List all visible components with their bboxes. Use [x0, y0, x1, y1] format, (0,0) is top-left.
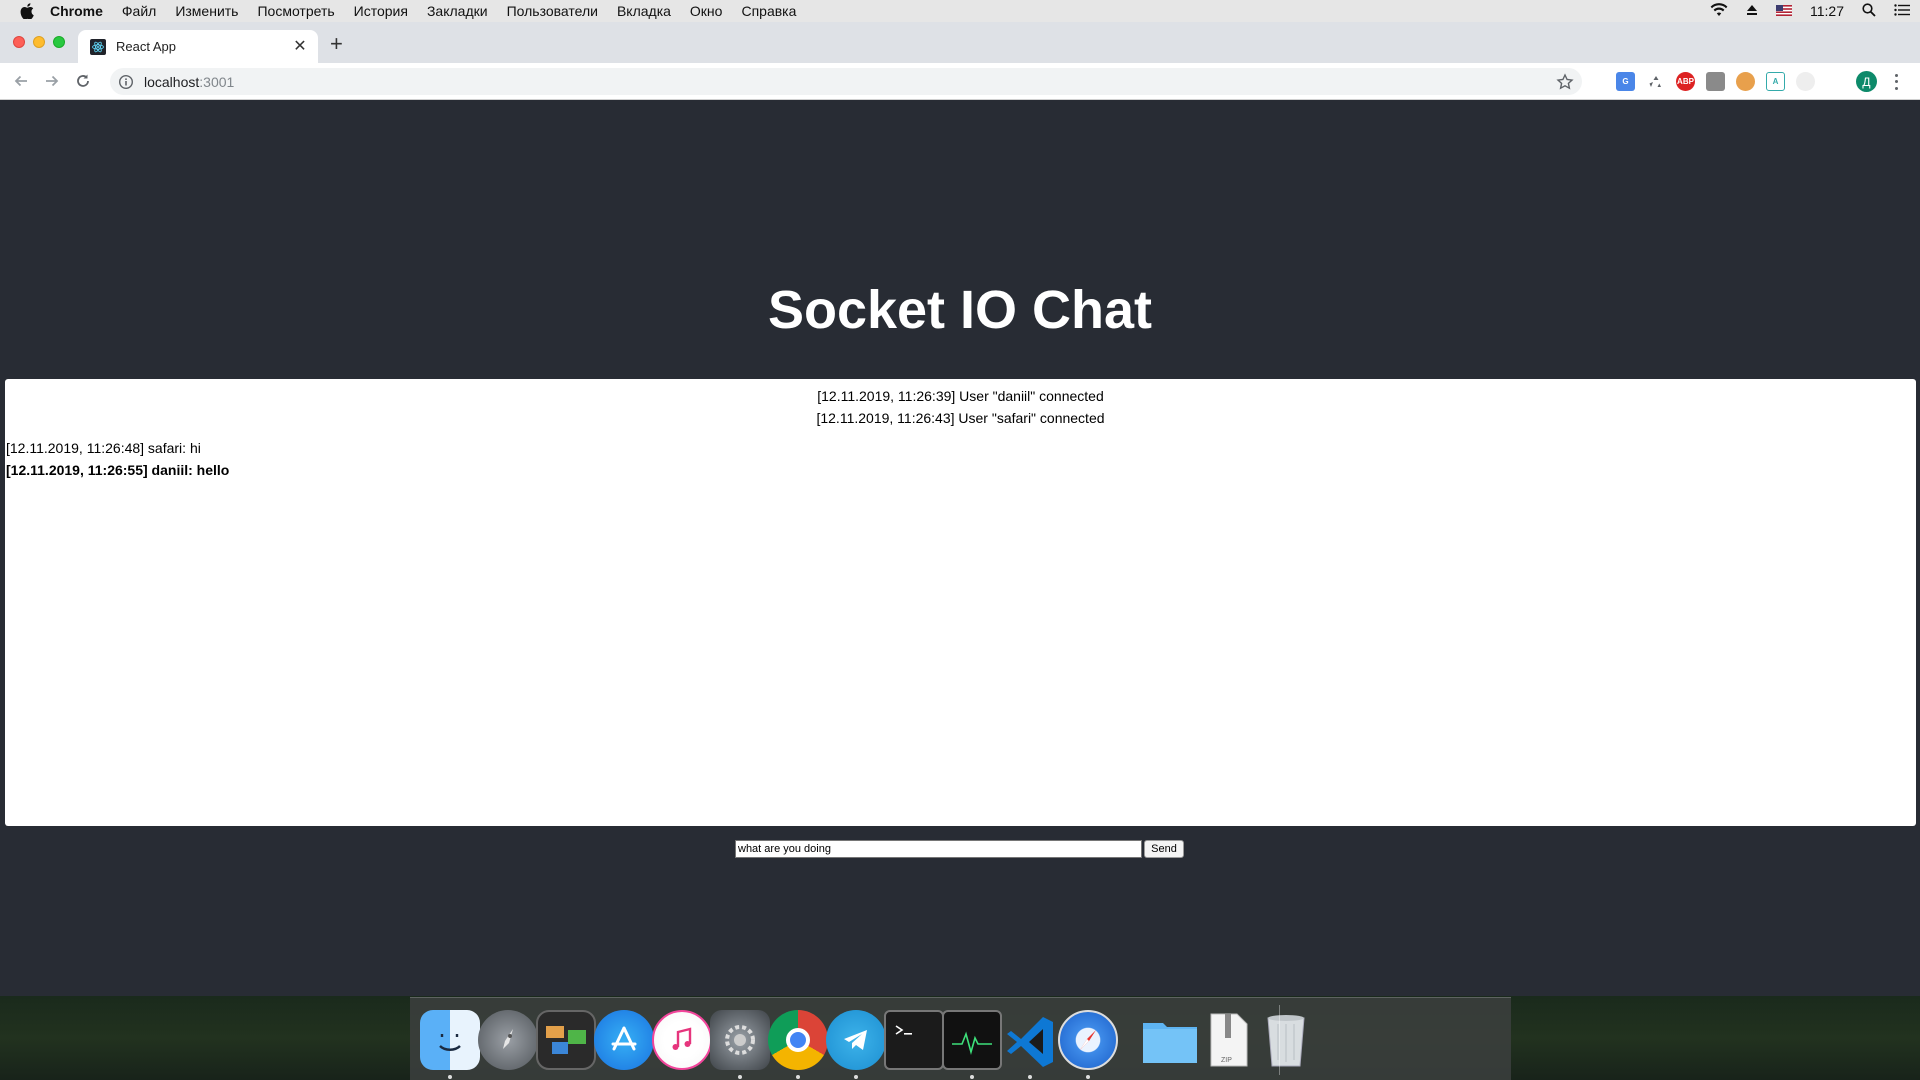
menu-tab[interactable]: Вкладка — [617, 3, 671, 19]
window-resizer-extension-icon[interactable] — [1706, 72, 1725, 91]
finder-icon[interactable] — [420, 1010, 480, 1070]
chrome-menu-icon[interactable] — [1893, 72, 1899, 92]
running-indicator — [1028, 1075, 1032, 1079]
app-store-icon[interactable] — [594, 1010, 654, 1070]
system-message: [12.11.2019, 11:26:39] User "daniil" con… — [817, 388, 1104, 404]
menu-bookmarks[interactable]: Закладки — [427, 3, 488, 19]
browser-window: React App ✕ + localhost:3001 G ABP A Д … — [0, 22, 1920, 996]
forward-arrow-icon[interactable] — [42, 71, 62, 91]
menu-app-name[interactable]: Chrome — [50, 3, 103, 19]
photo-slideshow-icon[interactable] — [536, 1010, 596, 1070]
page-title: Socket IO Chat — [767, 280, 1153, 340]
window-close-button[interactable] — [13, 36, 25, 48]
menu-people[interactable]: Пользователи — [507, 3, 598, 19]
chat-message: [12.11.2019, 11:26:48] safari: hi — [6, 440, 201, 456]
chrome-icon[interactable] — [768, 1010, 828, 1070]
react-favicon-icon — [90, 38, 106, 55]
back-arrow-icon[interactable] — [11, 71, 31, 91]
new-tab-plus-icon[interactable]: + — [330, 33, 343, 55]
send-button[interactable]: Send — [1144, 840, 1184, 858]
address-bar[interactable]: localhost:3001 — [110, 68, 1582, 95]
profile-avatar[interactable]: Д — [1856, 71, 1877, 92]
launchpad-icon[interactable] — [478, 1010, 538, 1070]
running-indicator — [738, 1075, 742, 1079]
running-indicator — [448, 1075, 452, 1079]
tab-title: React App — [116, 39, 176, 54]
web-page: Socket IO Chat [12.11.2019, 11:26:39] Us… — [0, 101, 1920, 996]
bookmark-star-icon[interactable] — [1556, 73, 1574, 91]
macos-menu-bar: Chrome Файл Изменить Посмотреть История … — [0, 0, 1920, 22]
tab-react-app[interactable]: React App ✕ — [78, 30, 318, 63]
trash-icon[interactable] — [1256, 1010, 1316, 1070]
menu-window[interactable]: Окно — [690, 3, 723, 19]
url-host: localhost — [144, 73, 200, 90]
telegram-icon[interactable] — [826, 1010, 886, 1070]
system-message: [12.11.2019, 11:26:43] User "safari" con… — [816, 410, 1105, 426]
chat-messages-panel[interactable]: [12.11.2019, 11:26:39] User "daniil" con… — [5, 379, 1916, 826]
chat-message-own: [12.11.2019, 11:26:55] daniil: hello — [6, 462, 230, 478]
running-indicator — [1086, 1075, 1090, 1079]
system-preferences-icon[interactable] — [710, 1010, 770, 1070]
dock-separator — [1279, 1005, 1280, 1075]
dock: ZIP — [410, 997, 1511, 1080]
menu-file[interactable]: Файл — [122, 3, 156, 19]
font-extension-icon[interactable]: A — [1766, 72, 1785, 91]
tab-strip: React App ✕ + — [0, 22, 1920, 63]
running-indicator — [854, 1075, 858, 1079]
menu-history[interactable]: История — [354, 3, 408, 19]
browser-toolbar: localhost:3001 G ABP A Д — [0, 63, 1920, 100]
message-input[interactable] — [735, 840, 1142, 858]
safari-icon[interactable] — [1058, 1010, 1118, 1070]
menu-edit[interactable]: Изменить — [175, 3, 238, 19]
adblock-plus-extension-icon[interactable]: ABP — [1676, 72, 1695, 91]
menu-help[interactable]: Справка — [741, 3, 796, 19]
running-indicator — [970, 1075, 974, 1079]
url-port: :3001 — [199, 73, 235, 90]
message-composer: Send — [735, 840, 1184, 858]
archive-utility-icon[interactable]: ZIP — [1198, 1010, 1258, 1070]
svg-text:ZIP: ZIP — [1221, 1057, 1232, 1064]
wifi-icon[interactable] — [1710, 2, 1728, 20]
notification-center-icon[interactable] — [1894, 3, 1910, 19]
downloads-folder-icon[interactable] — [1140, 1010, 1200, 1070]
reload-icon[interactable] — [73, 71, 93, 91]
window-zoom-button[interactable] — [53, 36, 65, 48]
apple-menu-icon[interactable] — [16, 0, 38, 22]
us-flag-icon[interactable] — [1776, 3, 1792, 19]
cookie-extension-icon[interactable] — [1736, 72, 1755, 91]
running-indicator — [796, 1075, 800, 1079]
vscode-icon[interactable] — [1000, 1010, 1060, 1070]
itunes-icon[interactable] — [652, 1010, 712, 1070]
site-info-icon[interactable] — [118, 74, 134, 90]
extensions-area: G ABP A — [1616, 72, 1815, 91]
activity-monitor-icon[interactable] — [942, 1010, 1002, 1070]
terminal-icon[interactable] — [884, 1010, 944, 1070]
google-translate-extension-icon[interactable]: G — [1616, 72, 1635, 91]
tab-close-icon[interactable]: ✕ — [292, 38, 308, 55]
tracker-extension-icon[interactable] — [1796, 72, 1815, 91]
eject-icon[interactable] — [1746, 3, 1758, 19]
spotlight-search-icon[interactable] — [1862, 2, 1876, 20]
menubar-clock[interactable]: 11:27 — [1810, 3, 1844, 19]
menu-view[interactable]: Посмотреть — [257, 3, 334, 19]
recycle-extension-icon[interactable] — [1646, 72, 1665, 91]
window-minimize-button[interactable] — [33, 36, 45, 48]
